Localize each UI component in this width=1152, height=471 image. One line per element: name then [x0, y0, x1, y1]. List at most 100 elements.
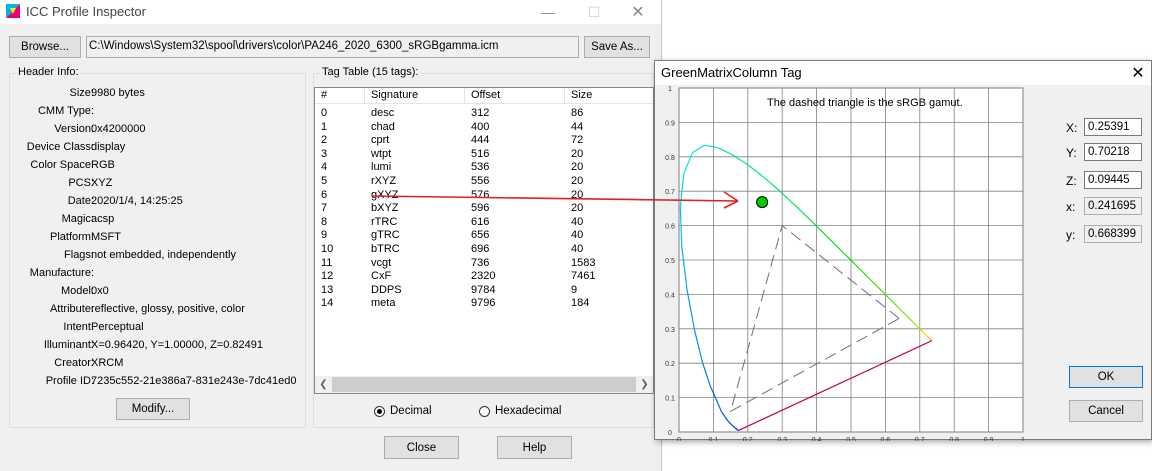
tag-size: 40	[571, 215, 584, 228]
tag-signature: meta	[371, 297, 396, 310]
y-tick-label: 0.4	[665, 292, 675, 299]
close-window-icon[interactable]: ✕	[615, 0, 661, 24]
coord-label: y:	[1066, 228, 1076, 242]
header-key: Magic:	[61, 213, 94, 225]
header-row: Version: 0x4200000	[10, 123, 305, 141]
tag-offset: 616	[471, 215, 490, 228]
tag-offset: 9796	[471, 297, 496, 310]
tag-row[interactable]: 13 DDPS 9784 9	[315, 284, 653, 298]
scroll-left-icon[interactable]: ❮	[315, 376, 332, 393]
profile-path-field[interactable]: C:\Windows\System32\spool\drivers\color\…	[86, 36, 579, 58]
coord-field[interactable]: 0.09445	[1084, 171, 1142, 189]
ok-button[interactable]: OK	[1069, 366, 1143, 388]
tag-offset: 312	[471, 107, 490, 119]
hexadecimal-radio[interactable]	[479, 406, 490, 417]
header-row: Color Space: RGB	[10, 159, 305, 177]
tag-offset: 536	[471, 161, 490, 174]
cancel-button[interactable]: Cancel	[1069, 400, 1143, 422]
tag-size: 20	[571, 147, 584, 160]
tag-row[interactable]: 8 rTRC 616 40	[315, 216, 653, 230]
x-tick-label: 0	[677, 437, 681, 441]
tag-offset: 656	[471, 229, 490, 242]
header-row: Flags: not embedded, independently	[10, 249, 305, 267]
chromaticity-chart: 0 0.1 0.2 0.3 0.4 0.5 0.6 0.7 0.8 0.9 1 0 0.1 0.2 0.3 0…	[665, 86, 1025, 441]
header-row: Platform: MSFT	[10, 231, 305, 249]
tag-signature: CxF	[371, 270, 392, 283]
tag-number: 8	[321, 215, 328, 228]
header-row: Illuminant: X=0.96420, Y=1.00000, Z=0.824…	[10, 339, 305, 357]
tag-row[interactable]: 11 vcgt 736 1583	[315, 257, 653, 271]
gamut-note: The dashed triangle is the sRGB gamut.	[767, 97, 963, 109]
coord-field[interactable]: 0.25391	[1084, 118, 1142, 136]
tag-row[interactable]: 9 gTRC 656 40	[315, 229, 653, 243]
header-value: display	[91, 141, 126, 153]
header-row: Attribute: reflective, glossy, positive, …	[10, 303, 305, 321]
scroll-right-icon[interactable]: ❯	[636, 376, 653, 393]
close-button[interactable]: Close	[384, 436, 459, 459]
tag-signature: DDPS	[371, 283, 402, 296]
decimal-radio[interactable]	[374, 406, 385, 417]
tag-offset: 2320	[471, 270, 496, 283]
header-value: XRCM	[91, 357, 124, 369]
tag-size: 44	[571, 120, 584, 133]
spectral-locus-segment	[927, 336, 930, 339]
tag-offset: 516	[471, 147, 490, 160]
tag-number: 6	[321, 188, 328, 201]
tag-row[interactable]: 14 meta 9796 184	[315, 297, 653, 311]
header-key: Date:	[67, 195, 94, 207]
tag-row[interactable]: 3 wtpt 516 20	[315, 148, 653, 162]
col-header-number[interactable]: #	[315, 88, 365, 104]
tag-row[interactable]: 7 bXYZ 596 20	[315, 202, 653, 216]
tag-number: 4	[321, 161, 328, 174]
header-value: acsp	[91, 213, 115, 225]
tag-row[interactable]: 5 rXYZ 556 20	[315, 175, 653, 189]
tag-offset: 400	[471, 120, 490, 133]
col-header-signature[interactable]: Signature	[365, 88, 465, 104]
tag-size: 40	[571, 229, 584, 242]
scrollbar-thumb[interactable]	[332, 377, 636, 392]
tag-row[interactable]: 0 desc 312 86	[315, 107, 653, 121]
header-value: reflective, glossy, positive, color	[91, 303, 245, 315]
tag-dialog-close-icon[interactable]: ✕	[1124, 61, 1152, 85]
header-value: not embedded, independently	[91, 249, 236, 261]
x-tick-label: 1	[1021, 437, 1025, 441]
tag-row[interactable]: 1 chad 400 44	[315, 121, 653, 135]
minimize-icon[interactable]: —	[525, 0, 571, 24]
coord-label: Z:	[1066, 174, 1077, 188]
save-as-button[interactable]: Save As...	[584, 36, 650, 58]
coord-field[interactable]: 0.70218	[1084, 143, 1142, 161]
tag-row[interactable]: 12 CxF 2320 7461	[315, 270, 653, 284]
tag-row[interactable]: 6 gXYZ 576 20	[315, 189, 653, 203]
header-key: Illuminant:	[43, 339, 94, 351]
header-row: Manufacture:	[10, 267, 305, 285]
header-row: PCS: XYZ	[10, 177, 305, 195]
tag-signature: wtpt	[371, 147, 392, 160]
col-header-offset[interactable]: Offset	[465, 88, 565, 104]
tag-offset: 736	[471, 256, 490, 269]
modify-button[interactable]: Modify...	[116, 398, 190, 420]
tag-signature: chad	[371, 120, 395, 133]
coord-label: x:	[1066, 200, 1076, 214]
hexadecimal-radio-label: Hexadecimal	[495, 405, 562, 417]
header-key: Version:	[54, 123, 94, 135]
tag-size: 20	[571, 202, 584, 215]
tag-size: 9	[571, 283, 578, 296]
tag-signature: rXYZ	[371, 175, 397, 187]
tag-row[interactable]: 10 bTRC 696 40	[315, 243, 653, 257]
horizontal-scrollbar[interactable]: ❮ ❯	[315, 376, 653, 393]
tag-row[interactable]: 2 cprt 444 72	[315, 134, 653, 148]
browse-button[interactable]: Browse...	[9, 36, 81, 58]
tag-number: 12	[321, 270, 334, 283]
tag-offset: 596	[471, 202, 490, 215]
green-primary-point	[756, 196, 769, 209]
tag-list[interactable]: # Signature Offset Size 0 desc 312 86 1 chad 4…	[314, 87, 654, 394]
tag-row[interactable]: 4 lumi 536 20	[315, 161, 653, 175]
app-icon	[6, 4, 20, 18]
coord-label: Y:	[1066, 146, 1077, 160]
maximize-icon: ☐	[587, 3, 601, 20]
col-header-size[interactable]: Size	[565, 88, 653, 104]
tag-number: 9	[321, 229, 328, 242]
x-tick-label: 0.7	[915, 437, 925, 441]
help-button[interactable]: Help	[497, 436, 572, 459]
header-key: Device Class:	[26, 141, 94, 153]
